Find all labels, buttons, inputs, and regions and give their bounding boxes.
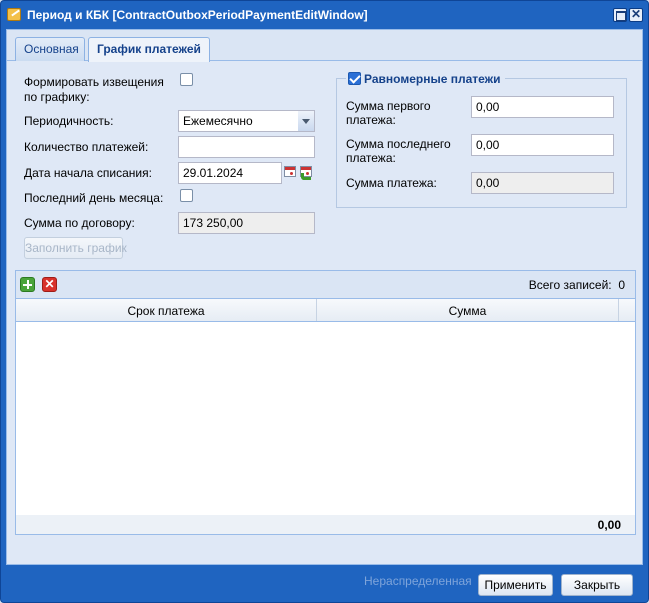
total-records-label: Всего записей: xyxy=(528,278,612,292)
return-arrow-icon xyxy=(301,173,311,180)
grid-summary-row: 0,00 xyxy=(15,515,636,535)
even-payments-label: Равномерные платежи xyxy=(364,72,501,86)
last-day-label: Последний день месяца: xyxy=(24,191,164,205)
window-titlebar[interactable]: Период и КБК [ContractOutboxPeriodPaymen… xyxy=(1,1,648,27)
payment-amount-field: 0,00 xyxy=(471,172,614,194)
contract-sum-field: 173 250,00 xyxy=(178,212,315,234)
tab-strip: Основная График платежей xyxy=(7,30,642,62)
total-records-count: 0 xyxy=(618,278,625,292)
tab-main[interactable]: Основная xyxy=(15,37,85,61)
total-records: Всего записей: 0 xyxy=(529,278,625,292)
payment-count-input[interactable] xyxy=(178,136,315,158)
apply-button[interactable]: Применить xyxy=(478,574,553,596)
window-body: Основная График платежей Формировать изв… xyxy=(6,29,643,565)
start-date-input[interactable]: 29.01.2024 xyxy=(178,162,282,184)
periodicity-label: Периодичность: xyxy=(24,114,114,128)
delete-row-icon[interactable]: ✕ xyxy=(42,277,57,292)
edit-window-icon xyxy=(7,8,21,21)
fill-schedule-button[interactable]: Заполнить график xyxy=(24,237,127,259)
first-payment-label-line2: платежа: xyxy=(346,113,396,127)
last-payment-input[interactable]: 0,00 xyxy=(471,134,614,156)
tab-payment-schedule[interactable]: График платежей xyxy=(88,37,210,62)
even-payments-legend: Равномерные платежи xyxy=(346,72,505,86)
close-button[interactable]: Закрыть xyxy=(561,574,633,596)
payment-edit-window: Период и КБК [ContractOutboxPeriodPaymen… xyxy=(0,0,649,603)
last-payment-label-line2: платежа: xyxy=(346,151,396,165)
calendar-trigger[interactable] xyxy=(283,163,298,183)
contract-sum-label: Сумма по договору: xyxy=(24,216,135,230)
first-payment-input[interactable]: 0,00 xyxy=(471,96,614,118)
close-window-button[interactable]: ✕ xyxy=(629,8,643,22)
notify-label-line2: по графику: xyxy=(24,90,90,104)
payment-amount-label: Сумма платежа: xyxy=(346,176,437,190)
column-due-date[interactable]: Срок платежа xyxy=(16,299,317,321)
grid-toolbar: ✕ Всего записей: 0 xyxy=(15,270,636,298)
add-row-icon[interactable] xyxy=(20,277,35,292)
first-payment-label-line1: Сумма первого xyxy=(346,99,431,113)
calendar-icon xyxy=(284,166,296,177)
periodicity-select[interactable]: Ежемесячно xyxy=(178,110,300,132)
even-payments-checkbox[interactable] xyxy=(348,72,361,85)
start-date-label: Дата начала списания: xyxy=(24,166,152,180)
grid-body xyxy=(15,322,636,515)
date-clear-trigger[interactable] xyxy=(299,163,314,183)
column-amount[interactable]: Сумма xyxy=(317,299,619,321)
last-payment-label-line1: Сумма последнего xyxy=(346,137,451,151)
summary-sum: 0,00 xyxy=(597,518,621,532)
window-title: Период и КБК [ContractOutboxPeriodPaymen… xyxy=(27,8,368,22)
notify-checkbox[interactable] xyxy=(180,73,193,86)
maximize-button[interactable] xyxy=(613,8,627,22)
grid-header: Срок платежа Сумма xyxy=(15,298,636,322)
unallocated-label: Нераспределенная xyxy=(364,574,472,588)
last-day-checkbox[interactable] xyxy=(180,189,193,202)
periodicity-dropdown-trigger[interactable] xyxy=(298,110,315,132)
payment-count-label: Количество платежей: xyxy=(24,140,149,154)
notify-label-line1: Формировать извещения xyxy=(24,75,164,89)
